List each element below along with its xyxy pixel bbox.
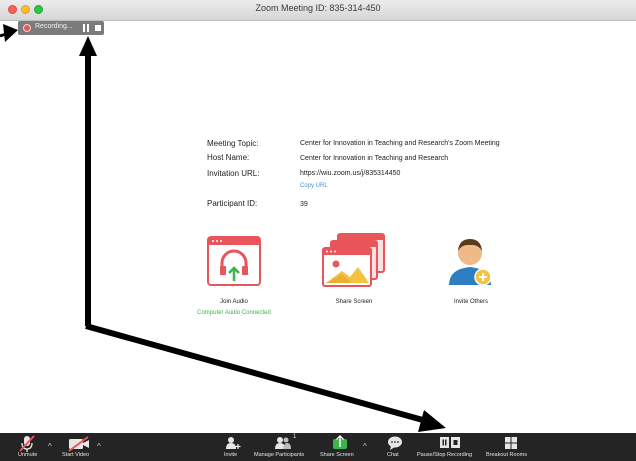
chat-label: Chat <box>387 452 399 458</box>
join-audio-label: Join Audio <box>220 299 248 305</box>
breakout-rooms-icon <box>505 437 517 449</box>
microphone-muted-icon <box>19 435 35 452</box>
host-name-label: Host Name: <box>207 153 250 162</box>
start-video-button[interactable]: Start Video <box>62 433 96 461</box>
share-screen-label: Share Screen <box>320 452 354 458</box>
invite-button[interactable]: Invite <box>222 433 244 461</box>
host-name-value: Center for Innovation in Teaching and Re… <box>300 155 449 162</box>
computer-audio-status: Computer Audio Connected <box>197 310 271 316</box>
invite-label: Invite <box>224 452 238 458</box>
participants-count: 1 <box>293 434 297 440</box>
invitation-url-value: https://wiu.zoom.us/j/835314450 <box>300 170 401 177</box>
share-screen-tile-button[interactable] <box>322 233 386 288</box>
breakout-rooms-button[interactable]: Breakout Rooms <box>486 433 536 461</box>
invite-others-button[interactable] <box>445 233 495 289</box>
unmute-button[interactable]: Unmute <box>16 433 38 461</box>
meeting-toolbar: Unmute ^ Start Video ^ Invite 1 Manage P… <box>0 433 636 461</box>
share-screen-button[interactable]: Share Screen <box>320 433 360 461</box>
share-screen-icon <box>322 233 385 287</box>
invitation-url-label: Invitation URL: <box>207 169 260 178</box>
participants-icon <box>275 437 291 449</box>
join-audio-button[interactable] <box>207 236 261 286</box>
add-person-icon <box>226 437 241 449</box>
video-options-caret-icon[interactable]: ^ <box>97 442 101 451</box>
breakout-rooms-label: Breakout Rooms <box>486 452 527 458</box>
participant-id-label: Participant ID: <box>207 199 258 208</box>
copy-url-link[interactable]: Copy URL <box>300 183 328 189</box>
manage-participants-label: Manage Participants <box>254 452 305 458</box>
video-camera-off-icon <box>68 436 89 452</box>
manage-participants-button[interactable]: 1 Manage Participants <box>254 433 316 461</box>
chat-bubble-icon <box>388 436 402 450</box>
start-video-label: Start Video <box>62 452 90 458</box>
meeting-topic-value: Center for Innovation in Teaching and Re… <box>300 140 500 147</box>
meeting-topic-label: Meeting Topic: <box>207 139 259 148</box>
share-screen-arrow-icon <box>333 435 347 449</box>
pause-stop-recording-icon <box>440 437 460 448</box>
participant-id-value: 39 <box>300 201 308 208</box>
chat-button[interactable]: Chat <box>384 433 406 461</box>
invite-others-label: Invite Others <box>453 299 488 305</box>
meeting-info: Meeting Topic: Center for Innovation in … <box>0 0 636 461</box>
share-screen-tile-label: Share Screen <box>335 299 373 305</box>
headphones-icon <box>207 236 261 286</box>
pause-stop-recording-label: Pause/Stop Recording <box>417 452 473 458</box>
pause-stop-recording-button[interactable]: Pause/Stop Recording <box>417 433 483 461</box>
audio-options-caret-icon[interactable]: ^ <box>48 442 52 451</box>
unmute-label: Unmute <box>18 452 38 458</box>
invite-person-icon <box>449 239 492 286</box>
share-options-caret-icon[interactable]: ^ <box>363 442 367 451</box>
